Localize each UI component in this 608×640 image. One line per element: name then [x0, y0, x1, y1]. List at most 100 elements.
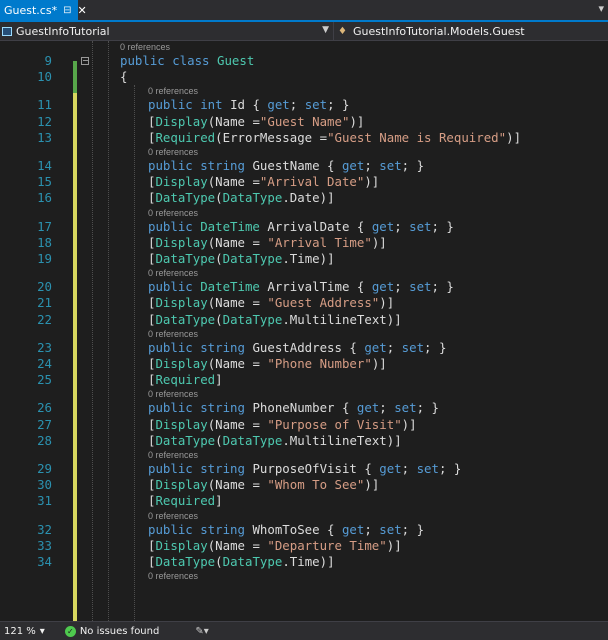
code-token: )]: [349, 113, 365, 129]
code-token: ;: [394, 279, 410, 295]
code-token: ; }: [327, 97, 350, 113]
code-cleanup-icon[interactable]: ✎▾: [195, 626, 208, 637]
chevron-down-icon[interactable]: ▼: [322, 25, 329, 35]
code-token: (Name =: [207, 356, 268, 371]
code-token: get: [267, 97, 290, 113]
line-number: 24: [37, 356, 52, 371]
code-token: public: [148, 279, 201, 295]
code-token: set: [304, 97, 328, 113]
code-text: [DataType(DataType.MultilineText)]: [148, 312, 402, 327]
code-text: public DateTime ArrivalDate { get; set; …: [148, 219, 454, 234]
class-dropdown[interactable]: ♦ GuestInfoTutorial.Models.Guest: [338, 22, 608, 40]
codelens-label: 0 references: [148, 450, 199, 460]
code-token: set: [409, 218, 432, 234]
code-token: Display: [155, 477, 208, 493]
code-token: )]: [401, 416, 417, 432]
project-dropdown[interactable]: GuestInfoTutorial ▼: [0, 22, 334, 40]
code-token: .Time)]: [282, 554, 335, 569]
code-token: "Guest Name": [259, 113, 350, 129]
code-token: DataType: [222, 251, 283, 266]
code-token: DataType: [222, 311, 283, 327]
close-icon[interactable]: ✕: [77, 4, 86, 17]
line-number: 10: [37, 69, 52, 85]
code-token: DataType: [155, 554, 216, 569]
code-token: )]: [371, 234, 387, 250]
code-token: (Name =: [207, 295, 268, 311]
code-token: Display: [155, 537, 208, 553]
code-token: DataType: [155, 190, 216, 206]
navigation-bar: GuestInfoTutorial ▼ ♦ GuestInfoTutorial.…: [0, 22, 608, 41]
code-token: .Time)]: [282, 251, 335, 266]
code-token: "Phone Number": [267, 356, 372, 371]
line-number: 22: [37, 311, 52, 327]
line-number: 25: [37, 372, 52, 388]
code-token: ;: [289, 97, 305, 113]
code-token: Required: [155, 372, 216, 388]
code-token: "Whom To See": [267, 477, 365, 493]
line-number: 21: [37, 295, 52, 311]
line-number: 16: [37, 190, 52, 206]
code-token: DataType: [155, 251, 216, 266]
line-number: 13: [37, 129, 52, 145]
code-token: set: [379, 158, 402, 173]
tab-title: Guest.cs*: [4, 3, 58, 17]
tab-overflow-icon[interactable]: ▾: [598, 2, 604, 15]
code-token: )]: [364, 174, 380, 190]
code-text: [DataType(DataType.Date)]: [148, 190, 335, 205]
code-text: [Required]: [148, 493, 223, 508]
line-number: 11: [37, 97, 52, 113]
code-token: ; }: [416, 400, 439, 416]
code-token: get: [356, 400, 380, 416]
code-token: DataType: [155, 311, 216, 327]
code-token: ArrivalDate {: [259, 218, 372, 234]
code-text: public string WhomToSee { get; set; }: [148, 522, 424, 537]
code-token: "Purpose of Visit": [267, 416, 402, 432]
code-token: "Arrival Time": [267, 234, 372, 250]
code-token: ]: [215, 372, 223, 388]
code-token: .MultilineText)]: [282, 311, 402, 327]
code-token: public string: [148, 521, 253, 537]
line-number: 31: [37, 493, 52, 509]
indent-guide: [108, 41, 109, 621]
zoom-dropdown[interactable]: 121 % ▾: [0, 626, 51, 637]
code-text: public string GuestName { get; set; }: [148, 158, 424, 173]
issues-indicator[interactable]: ✓ No issues found: [64, 625, 159, 637]
codelens-label: 0 references: [120, 42, 171, 52]
indent-guide: [134, 85, 135, 621]
code-token: (Name =: [207, 113, 260, 129]
code-text: {: [120, 69, 127, 84]
code-token: Display: [155, 234, 208, 250]
pin-icon[interactable]: ⊟: [63, 5, 71, 16]
code-token: ;: [364, 521, 380, 537]
code-token: get: [341, 521, 365, 537]
code-token: public string: [148, 158, 253, 173]
code-token: "Departure Time": [267, 537, 387, 553]
project-name: GuestInfoTutorial: [16, 24, 110, 38]
line-number: 19: [37, 251, 52, 266]
codelens-label: 0 references: [148, 86, 199, 97]
code-text: [DataType(DataType.Time)]: [148, 554, 335, 569]
code-token: set: [394, 400, 417, 416]
code-token: Display: [155, 356, 208, 371]
code-text: [Display(Name = "Arrival Time")]: [148, 235, 387, 250]
code-token: (: [215, 311, 223, 327]
code-token: ;: [394, 218, 410, 234]
status-bar: 121 % ▾ ✓ No issues found ✎▾: [0, 621, 608, 640]
code-token: Id {: [230, 97, 268, 113]
code-text: public DateTime ArrivalTime { get; set; …: [148, 279, 454, 294]
code-token: .MultilineText)]: [282, 432, 402, 448]
indent-guide: [92, 41, 93, 621]
tab-guest-cs[interactable]: Guest.cs* ⊟ ✕: [0, 0, 87, 20]
code-editor[interactable]: − 0 references 9 public class Guest 10{0 re…: [0, 41, 608, 621]
code-token: get: [371, 218, 395, 234]
code-text: public string PhoneNumber { get; set; }: [148, 400, 439, 415]
code-token: {: [120, 69, 128, 85]
line-number: 20: [37, 279, 52, 295]
code-token: get: [341, 158, 365, 173]
code-token: get: [379, 461, 402, 476]
codelens-label: 0 references: [148, 389, 199, 400]
code-text: [Display(Name = "Whom To See")]: [148, 477, 379, 492]
code-token: )]: [364, 477, 380, 493]
code-token: (Name =: [207, 416, 268, 432]
code-token: (Name =: [207, 477, 268, 493]
